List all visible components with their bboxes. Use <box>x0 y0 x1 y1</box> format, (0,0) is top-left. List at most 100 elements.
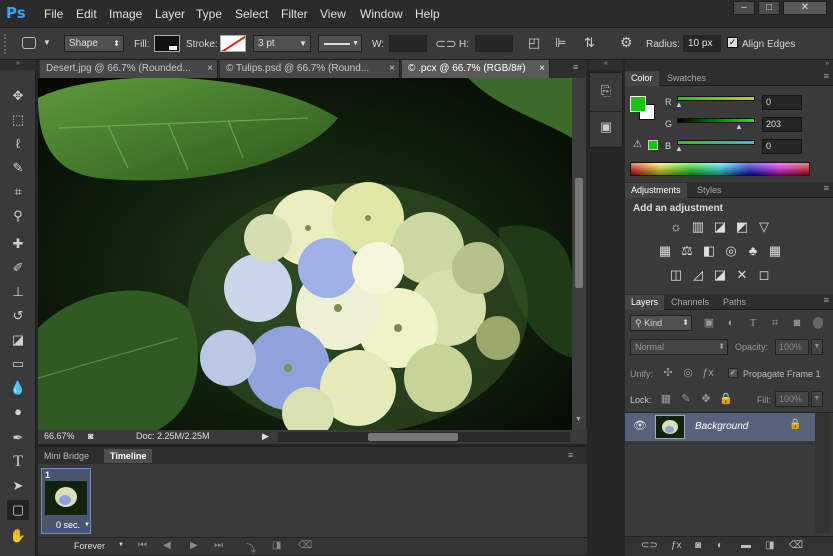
brightness-contrast-icon[interactable]: ☼ <box>667 219 685 235</box>
scroll-thumb[interactable] <box>368 433 458 441</box>
adjustment-filter-icon[interactable]: ◐ <box>724 317 738 329</box>
duplicate-frame-icon[interactable]: ◨ <box>272 540 281 551</box>
tab-desert[interactable]: Desert.jpg @ 66.7% (Rounded... × <box>40 60 218 78</box>
layers-scrollbar[interactable] <box>815 413 829 533</box>
stroke-width-field[interactable]: 3 pt ▼ <box>253 35 311 52</box>
close-icon[interactable]: × <box>389 60 395 78</box>
layer-name[interactable]: Background <box>695 421 748 432</box>
channel-mixer-icon[interactable]: ♣ <box>744 243 762 259</box>
menu-image[interactable]: Image <box>109 7 142 21</box>
frame-delay[interactable]: 0 sec. <box>56 520 80 530</box>
scroll-thumb[interactable] <box>575 178 583 288</box>
filter-toggle[interactable] <box>813 317 823 329</box>
move-tool-icon[interactable]: ✥ <box>7 86 29 106</box>
gamut-warning-icon[interactable]: ⚠ <box>633 139 642 150</box>
tab-paths[interactable]: Paths <box>717 295 752 310</box>
radius-field[interactable]: 10 px <box>683 35 721 52</box>
marquee-tool-icon[interactable]: ⬚ <box>7 110 29 130</box>
menu-file[interactable]: File <box>44 7 63 21</box>
lock-all-icon[interactable]: 🔒 <box>719 393 733 405</box>
mode-dropdown[interactable]: Shape ⬍ <box>64 35 124 52</box>
chevron-down-icon[interactable]: ▼ <box>43 38 51 47</box>
propagate-frame-checkbox[interactable]: ✓ <box>728 368 738 378</box>
first-frame-icon[interactable]: ⏮ <box>138 540 147 551</box>
crop-tool-icon[interactable]: ⌗ <box>7 182 29 202</box>
photo-filter-icon[interactable]: ◎ <box>722 243 740 259</box>
levels-icon[interactable]: ▥ <box>689 219 707 235</box>
slider-handle-icon[interactable]: ▲ <box>675 100 683 109</box>
collapse-arrows-icon[interactable]: » <box>625 60 833 70</box>
stroke-type-dropdown[interactable]: ▼ <box>318 35 362 52</box>
add-mask-icon[interactable]: ◙ <box>695 540 701 551</box>
curves-icon[interactable]: ◪ <box>711 219 729 235</box>
chevron-down-icon[interactable]: ▼ <box>118 542 124 548</box>
delete-frame-icon[interactable]: ⌫ <box>298 540 312 551</box>
dodge-tool-icon[interactable]: ● <box>7 402 29 422</box>
red-slider[interactable] <box>677 96 755 101</box>
unify-position-icon[interactable]: ✣ <box>661 367 675 379</box>
tween-icon[interactable]: ⤵ <box>246 540 256 555</box>
brush-tool-icon[interactable]: ✐ <box>7 258 29 278</box>
tab-timeline[interactable]: Timeline <box>104 449 153 463</box>
close-icon[interactable]: × <box>539 60 545 78</box>
properties-icon[interactable]: ▣ <box>597 119 615 137</box>
path-arrangement-icon[interactable]: ⇅ <box>584 35 595 51</box>
previous-frame-icon[interactable]: ◀ <box>163 540 171 551</box>
status-menu-arrow-icon[interactable]: ▶ <box>262 431 269 442</box>
link-icon[interactable]: ⊂⊃ <box>435 36 457 52</box>
tab-channels[interactable]: Channels <box>665 295 715 310</box>
new-adjustment-icon[interactable]: ◐ <box>717 540 723 551</box>
hand-tool-icon[interactable]: ✋ <box>7 526 29 546</box>
menu-type[interactable]: Type <box>196 7 222 21</box>
document-canvas[interactable] <box>38 78 572 430</box>
shape-filter-icon[interactable]: ⌗ <box>768 317 782 329</box>
zoom-level[interactable]: 66.67% <box>44 431 75 441</box>
stroke-swatch[interactable] <box>220 35 246 52</box>
slider-handle-icon[interactable]: ▲ <box>735 122 743 131</box>
play-icon[interactable]: ▶ <box>190 540 198 551</box>
restore-button[interactable]: □ <box>758 1 780 15</box>
close-icon[interactable]: × <box>207 60 213 78</box>
tab-swatches[interactable]: Swatches <box>661 71 712 86</box>
eyedropper-tool-icon[interactable]: ⚲ <box>7 206 29 226</box>
eraser-tool-icon[interactable]: ◪ <box>7 330 29 350</box>
menu-layer[interactable]: Layer <box>155 7 185 21</box>
lasso-tool-icon[interactable]: ℓ <box>7 134 29 154</box>
clone-stamp-tool-icon[interactable]: ⊥ <box>7 282 29 302</box>
menu-window[interactable]: Window <box>360 7 403 21</box>
pen-tool-icon[interactable]: ✒ <box>7 428 29 448</box>
gradient-tool-icon[interactable]: ▭ <box>7 354 29 374</box>
gear-icon[interactable]: ⚙ <box>620 34 633 51</box>
animation-frame-1[interactable]: 1 0 sec. ▼ <box>41 468 91 534</box>
chevron-down-icon[interactable]: ▼ <box>84 522 90 528</box>
menu-select[interactable]: Select <box>235 7 268 21</box>
color-lookup-icon[interactable]: ▦ <box>766 243 784 259</box>
panel-menu-icon[interactable]: ≡ <box>568 450 573 460</box>
green-slider[interactable] <box>677 118 755 123</box>
menu-help[interactable]: Help <box>415 7 440 21</box>
menu-filter[interactable]: Filter <box>281 7 308 21</box>
rounded-rectangle-tool-icon[interactable]: ▢ <box>7 500 29 520</box>
minimize-button[interactable]: – <box>733 1 755 15</box>
path-operations-icon[interactable]: ◰ <box>528 35 540 51</box>
tab-tulips[interactable]: © Tulips.psd @ 66.7% (Round... × <box>220 60 400 78</box>
path-alignment-icon[interactable]: ⊫ <box>555 35 566 51</box>
new-group-icon[interactable]: ▬ <box>741 540 751 551</box>
tab-styles[interactable]: Styles <box>691 183 728 198</box>
panel-menu-icon[interactable]: ≡ <box>824 71 829 81</box>
visibility-eye-icon[interactable]: 👁 <box>633 419 647 432</box>
blue-slider[interactable] <box>677 140 755 145</box>
exposure-icon[interactable]: ◩ <box>733 219 751 235</box>
panel-menu-icon[interactable]: ≡ <box>824 183 829 193</box>
width-field[interactable] <box>389 35 427 52</box>
tab-pcx[interactable]: © .pcx @ 66.7% (RGB/8#) × <box>402 60 550 78</box>
blend-mode-dropdown[interactable]: Normal ⬍ <box>630 339 728 355</box>
history-brush-tool-icon[interactable]: ↺ <box>7 306 29 326</box>
trash-icon[interactable]: ⌫ <box>789 540 803 551</box>
rounded-rectangle-tool-preset-icon[interactable] <box>22 37 36 49</box>
next-frame-icon[interactable]: ⏭ <box>214 540 223 551</box>
healing-brush-tool-icon[interactable]: ✚ <box>7 234 29 254</box>
black-white-icon[interactable]: ◧ <box>700 243 718 259</box>
quick-selection-tool-icon[interactable]: ✎ <box>7 158 29 178</box>
red-value-field[interactable]: 0 <box>762 95 802 110</box>
